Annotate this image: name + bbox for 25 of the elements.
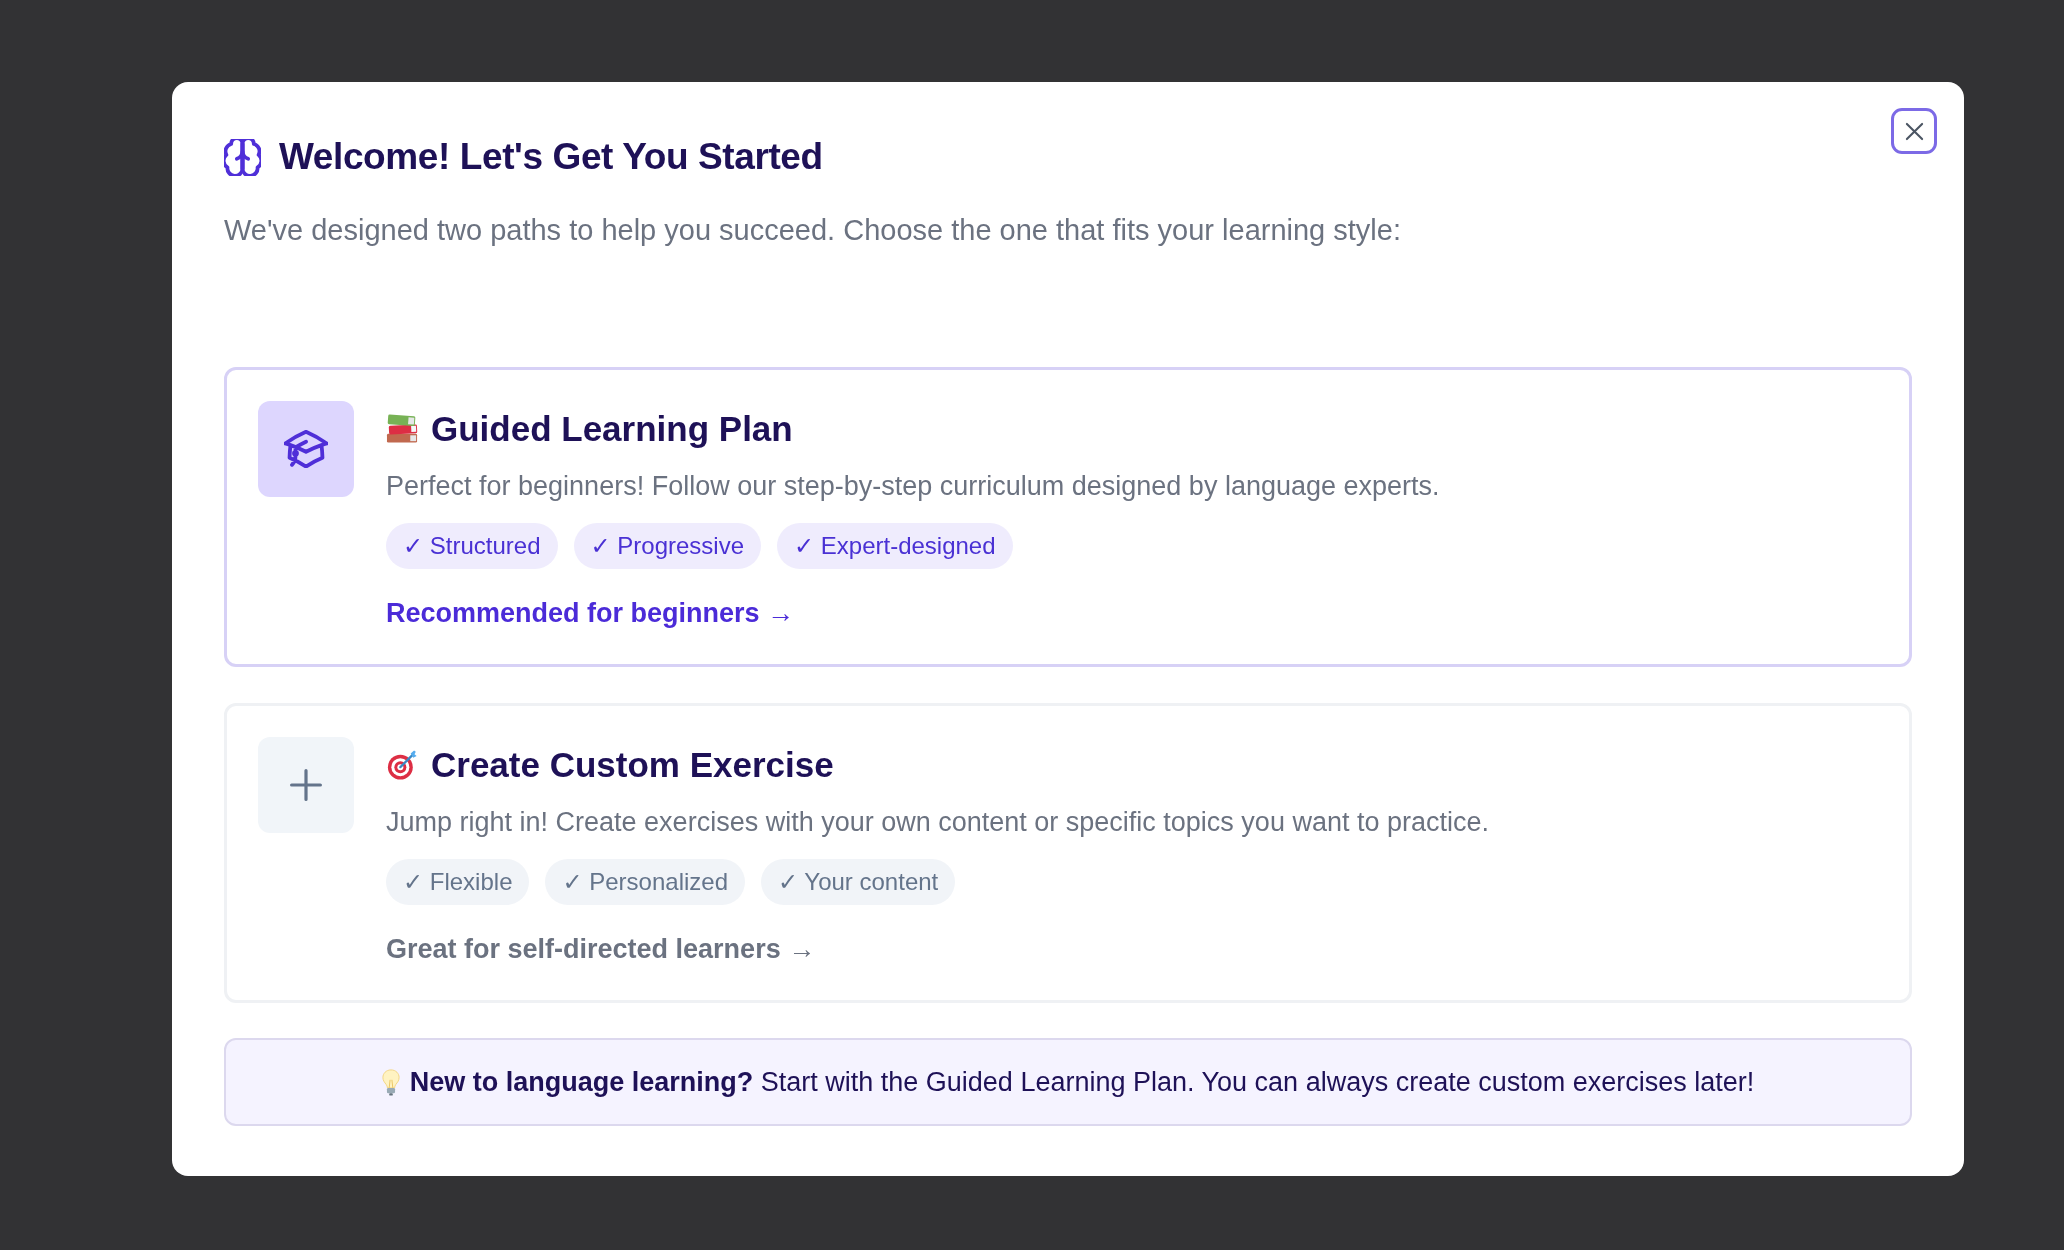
dialog-title: Welcome! Let's Get You Started — [279, 135, 823, 179]
plus-icon — [258, 737, 354, 833]
graduation-cap-icon — [258, 401, 354, 497]
lightbulb-icon — [381, 1068, 400, 1096]
brain-icon — [224, 138, 261, 176]
option-title: Create Custom Exercise — [431, 744, 834, 786]
option-link[interactable]: Great for self-directed learners → — [386, 931, 816, 967]
path-option-card[interactable]: Guided Learning Plan Perfect for beginners! Follow our step-by-step curriculum designed by language experts. ✓ Structured ✓ Progressive ✓ Expert-designed Recommended for beginners → — [224, 367, 1912, 667]
option-title: Guided Learning Plan — [431, 408, 793, 450]
feature-tag: ✓ Progressive — [573, 523, 761, 569]
path-option-card[interactable]: Create Custom Exercise Jump right in! Create exercises with your own content or specific topics you want to practice. ✓ Flexible ✓ Personalized ✓ Your content Great for self-directed learners → — [224, 703, 1912, 1003]
feature-tag: ✓ Structured — [386, 523, 558, 569]
option-description: Jump right in! Create exercises with your own content or specific topics you want to practice. — [386, 806, 1489, 839]
option-link[interactable]: Recommended for beginners → — [386, 595, 795, 631]
option-description: Perfect for beginners! Follow our step-by-step curriculum designed by language experts. — [386, 470, 1440, 503]
feature-tag: ✓ Flexible — [386, 859, 530, 905]
feature-tag: ✓ Personalized — [545, 859, 745, 905]
feature-tag: ✓ Expert-designed — [777, 523, 1013, 569]
feature-tag: ✓ Your content — [761, 859, 956, 905]
target-icon — [386, 750, 419, 780]
tip-text: New to language learning? Start with the Guided Learning Plan. You can always create custom exercises later! — [409, 1066, 1755, 1099]
books-icon — [386, 414, 419, 444]
close-icon — [1904, 121, 1924, 141]
dialog-subtitle: We've designed two paths to help you succeed. Choose the one that fits your learning style: — [224, 213, 1402, 248]
close-button[interactable] — [1891, 108, 1937, 154]
